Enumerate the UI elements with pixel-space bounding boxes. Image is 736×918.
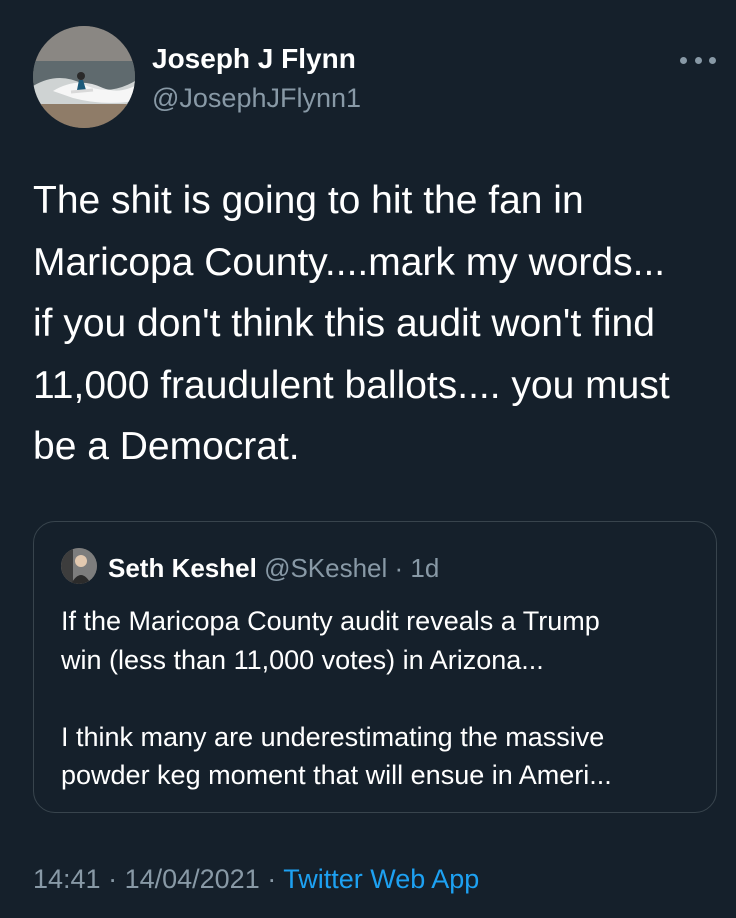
tweet-text-line: 11,000 fraudulent ballots.... you must [33, 363, 670, 407]
tweet-text-line: if you don't think this audit won't find [33, 302, 655, 345]
tweet-card: Joseph J Flynn @JosephJFlynn1 The shit i… [0, 0, 736, 918]
separator: · [100, 864, 125, 894]
tweet-footer: 14:41 · 14/04/2021 · Twitter Web App [33, 862, 479, 896]
quoted-handle[interactable]: @SKeshel [264, 553, 387, 583]
tweet-text-line: Maricopa County....mark my words... [33, 240, 666, 284]
tweet-time[interactable]: 14:41 [33, 864, 101, 894]
dot [709, 56, 716, 64]
quoted-text-line: win (less than 11,000 votes) in Arizona.… [61, 644, 544, 675]
tweet-text-line: The shit is going to hit the fan in [33, 179, 584, 222]
quoted-header: Seth Keshel @SKeshel · 1d [108, 552, 439, 584]
dot [680, 56, 687, 64]
quoted-text-line: powder keg moment that will ensue in Ame… [61, 760, 612, 790]
more-options-icon[interactable] [680, 52, 716, 68]
quoted-text-line: If the Maricopa County audit reveals a T… [61, 606, 600, 636]
quoted-text-line: I think many are underestimating the mas… [61, 721, 605, 752]
author-avatar[interactable] [33, 26, 135, 128]
person-avatar-image [61, 548, 97, 584]
author-display-name[interactable]: Joseph J Flynn [152, 43, 356, 75]
tweet-date[interactable]: 14/04/2021 [125, 864, 260, 894]
surfer-avatar-image [33, 26, 135, 128]
separator: · [387, 553, 411, 583]
tweet-text: The shit is going to hit the fan in Mari… [33, 170, 723, 478]
tweet-text-line: be a Democrat. [33, 425, 300, 468]
separator: · [259, 864, 284, 894]
quoted-tweet[interactable]: Seth Keshel @SKeshel · 1d If the Maricop… [33, 521, 717, 813]
quoted-display-name[interactable]: Seth Keshel [108, 553, 257, 583]
quoted-age[interactable]: 1d [410, 553, 439, 583]
quoted-author-avatar[interactable] [61, 548, 97, 584]
tweet-source-link[interactable]: Twitter Web App [283, 864, 479, 894]
dot [694, 56, 702, 64]
quoted-text: If the Maricopa County audit reveals a T… [61, 602, 701, 795]
author-handle[interactable]: @JosephJFlynn1 [152, 82, 361, 114]
